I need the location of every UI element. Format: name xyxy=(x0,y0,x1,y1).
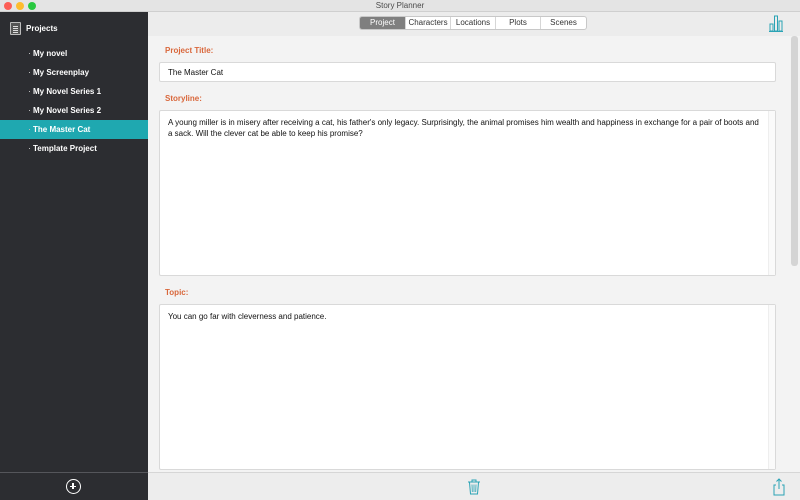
tab-scenes[interactable]: Scenes xyxy=(541,17,586,29)
projects-icon xyxy=(10,21,21,35)
tab-locations[interactable]: Locations xyxy=(451,17,496,29)
project-form: Project Title: The Master Cat Storyline:… xyxy=(148,36,800,472)
topic-field[interactable]: You can go far with cleverness and patie… xyxy=(159,304,776,470)
storyline-scrollbar[interactable] xyxy=(768,111,775,275)
sidebar-item-my-novel-series-2[interactable]: My Novel Series 2 xyxy=(0,101,148,120)
topic-text: You can go far with cleverness and patie… xyxy=(168,312,327,321)
sidebar-item-my-novel[interactable]: My novel xyxy=(0,44,148,63)
sidebar-item-label: Template Project xyxy=(33,144,97,153)
tab-plots[interactable]: Plots xyxy=(496,17,541,29)
sidebar-item-my-novel-series-1[interactable]: My Novel Series 1 xyxy=(0,82,148,101)
main-panel: Project Characters Locations Plots Scene… xyxy=(148,12,800,500)
sidebar-item-label: My Novel Series 2 xyxy=(33,106,102,115)
add-circle-icon[interactable] xyxy=(66,479,81,494)
bottom-toolbar xyxy=(148,472,800,500)
topic-scrollbar[interactable] xyxy=(768,305,775,469)
storyline-text: A young miller is in misery after receiv… xyxy=(168,118,759,138)
bar-chart-icon[interactable] xyxy=(769,15,783,32)
tab-characters[interactable]: Characters xyxy=(406,17,451,29)
sidebar-item-label: My Screenplay xyxy=(33,68,90,77)
section-tabs: Project Characters Locations Plots Scene… xyxy=(359,16,587,30)
title-bar: Story Planner xyxy=(0,0,800,12)
tab-project[interactable]: Project xyxy=(360,17,406,29)
trash-icon[interactable] xyxy=(467,479,481,495)
main-scrollbar[interactable] xyxy=(791,36,798,266)
sidebar-item-template-project[interactable]: Template Project xyxy=(0,139,148,158)
sidebar-header-label: Projects xyxy=(26,23,58,33)
project-title-field[interactable]: The Master Cat xyxy=(159,62,776,82)
project-title-label: Project Title: xyxy=(165,46,214,55)
sidebar-item-label: My novel xyxy=(33,49,68,58)
sidebar: Projects My novel My Screenplay My Novel… xyxy=(0,12,148,500)
window-title: Story Planner xyxy=(375,1,425,10)
sidebar-header: Projects xyxy=(10,20,58,36)
sidebar-item-the-master-cat[interactable]: The Master Cat xyxy=(0,120,148,139)
storyline-label: Storyline: xyxy=(165,94,202,103)
topic-label: Topic: xyxy=(165,288,189,297)
share-icon[interactable] xyxy=(772,478,786,496)
sidebar-footer xyxy=(0,472,148,500)
sidebar-item-label: The Master Cat xyxy=(33,125,91,134)
toolbar: Project Characters Locations Plots Scene… xyxy=(148,12,800,36)
project-list: My novel My Screenplay My Novel Series 1… xyxy=(0,44,148,158)
sidebar-item-label: My Novel Series 1 xyxy=(33,87,102,96)
sidebar-item-my-screenplay[interactable]: My Screenplay xyxy=(0,63,148,82)
storyline-field[interactable]: A young miller is in misery after receiv… xyxy=(159,110,776,276)
